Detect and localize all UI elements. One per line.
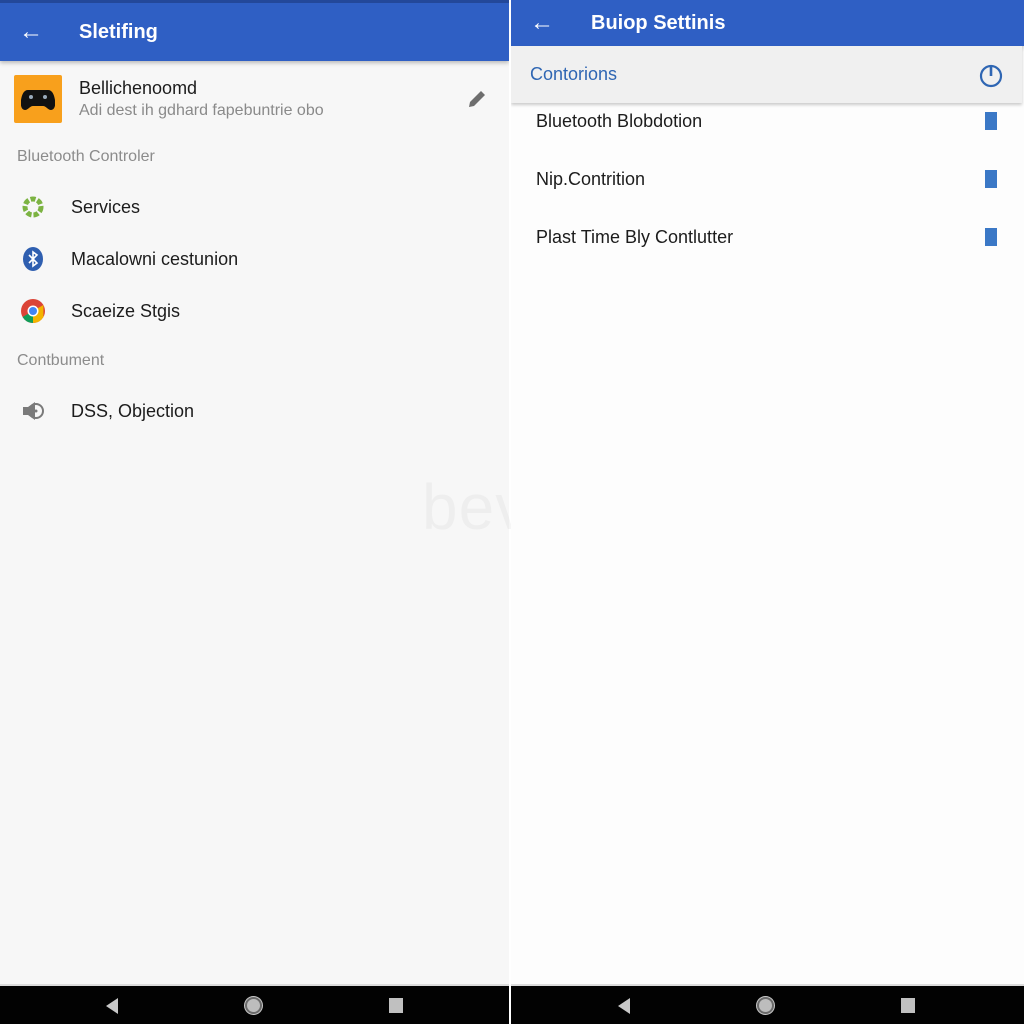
list-item-label: Plast Time Bly Contlutter: [536, 226, 734, 247]
list-item-plast-time[interactable]: Plast Time Bly Contlutter: [511, 211, 1024, 263]
app-bar: ← Buiop Settinis: [511, 0, 1024, 46]
app-bar: ← Sletifing: [0, 0, 509, 61]
system-nav-bar: [0, 984, 509, 1024]
services-gear-icon: [20, 194, 46, 220]
page-title: Sletifing: [79, 20, 158, 43]
section-header-bluetooth: Bluetooth Controler: [17, 148, 155, 165]
app-icon: [14, 75, 62, 123]
list-item-scaeize[interactable]: Scaeize Stgis: [0, 285, 509, 337]
list-item-label: Macalowni cestunion: [71, 248, 239, 269]
power-icon[interactable]: [978, 62, 1004, 88]
speaker-icon: [20, 398, 46, 424]
list-item-bluetooth[interactable]: Macalowni cestunion: [0, 233, 509, 285]
arrow-left-icon[interactable]: ←: [19, 20, 43, 44]
nav-home-icon[interactable]: [757, 997, 774, 1014]
list-item-services[interactable]: Services: [0, 181, 509, 233]
bluetooth-icon: [20, 246, 46, 272]
chrome-icon: [20, 298, 46, 324]
profile-title: Bellichenoomd: [79, 77, 198, 98]
nav-home-icon[interactable]: [245, 997, 262, 1014]
page-title: Buiop Settinis: [591, 11, 726, 34]
pencil-icon[interactable]: [465, 87, 489, 111]
list-item-dss[interactable]: DSS, Objection: [0, 385, 509, 437]
right-screen: ← Buiop Settinis Contorions Bluetooth Bl…: [511, 0, 1024, 1024]
nav-back-icon[interactable]: [618, 998, 630, 1014]
item-indicator: [985, 170, 997, 188]
system-nav-bar: [511, 984, 1024, 1024]
gamepad-icon: [21, 90, 55, 110]
nav-back-icon[interactable]: [106, 998, 118, 1014]
nav-recents-icon[interactable]: [901, 998, 915, 1013]
arrow-left-icon[interactable]: ←: [530, 11, 554, 35]
list-item-label: Bluetooth Blobdotion: [536, 110, 703, 131]
section-header-contbument: Contbument: [17, 352, 105, 369]
item-indicator: [985, 112, 997, 130]
item-indicator: [985, 228, 997, 246]
sub-header-title: Contorions: [530, 64, 618, 84]
list-item-label: DSS, Objection: [71, 400, 195, 421]
profile-row[interactable]: Bellichenoomd Adi dest ih gdhard fapebun…: [0, 62, 509, 136]
list-item-label: Services: [71, 196, 141, 217]
list-item-label: Nip.Contrition: [536, 168, 646, 189]
list-item-nip-contrition[interactable]: Nip.Contrition: [511, 153, 1024, 205]
nav-recents-icon[interactable]: [389, 998, 403, 1013]
list-item-bluetooth-blobdotion[interactable]: Bluetooth Blobdotion: [511, 95, 1024, 147]
profile-subtitle: Adi dest ih gdhard fapebuntrie obo: [79, 101, 324, 119]
list-item-label: Scaeize Stgis: [71, 300, 181, 321]
